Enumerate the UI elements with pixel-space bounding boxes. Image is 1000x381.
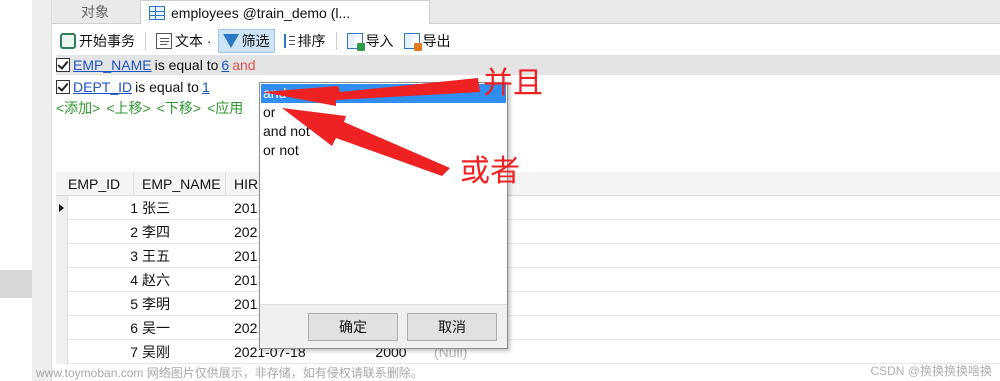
text-icon (156, 33, 172, 49)
sort-icon (280, 33, 295, 49)
begin-transaction-label: 开始事务 (79, 33, 135, 49)
cell-emp-name[interactable]: 李明 (142, 292, 226, 316)
condition-value-link[interactable]: 6 (221, 57, 229, 73)
apply-link[interactable]: <应用 (207, 98, 243, 118)
export-label: 导出 (422, 33, 451, 49)
row-gutter[interactable] (56, 316, 68, 340)
table-row[interactable]: 2 李四 202 (56, 220, 1000, 244)
tab-employees-label: employees @train_demo (l... (171, 4, 351, 21)
sort-label: 排序 (297, 33, 326, 49)
toolbar-separator (335, 32, 337, 50)
filter-actions: <添加> <上移> <下移> <应用 (56, 98, 243, 118)
filter-label: 筛选 (241, 33, 270, 49)
annotation-or-label: 或者 (460, 154, 520, 189)
condition-value-link[interactable]: 1 (202, 79, 210, 95)
panel-splitter[interactable] (32, 0, 52, 381)
import-button[interactable]: 导入 (343, 29, 398, 53)
dropdown-footer: 确定 取消 (260, 304, 507, 348)
text-button[interactable]: 文本 · (152, 29, 216, 53)
move-up-link[interactable]: <上移> (106, 98, 150, 118)
table-grid-icon (149, 5, 165, 20)
row-gutter[interactable] (56, 268, 68, 292)
cell-emp-name[interactable]: 李四 (142, 220, 226, 244)
cell-emp-id[interactable]: 3 (68, 244, 138, 268)
ok-button[interactable]: 确定 (308, 313, 398, 341)
toolbar: 开始事务 文本 · 筛选 排序 导入 导出 (52, 28, 1000, 54)
tab-employees[interactable]: employees @train_demo (l... (140, 0, 430, 24)
dropdown-option-or[interactable]: or (261, 103, 506, 122)
cell-emp-id[interactable]: 6 (68, 316, 138, 340)
tab-objects-label: 对象 (81, 4, 109, 20)
dropdown-option-and-not[interactable]: and not (261, 122, 506, 141)
column-header-emp-id[interactable]: EMP_ID (56, 172, 134, 196)
condition-operator[interactable]: is equal to (155, 57, 219, 73)
table-row[interactable]: 5 李明 201 (56, 292, 1000, 316)
import-icon (346, 33, 365, 51)
filter-button[interactable]: 筛选 (217, 29, 275, 53)
grid-header: EMP_ID EMP_NAME HIR (56, 172, 1000, 196)
row-gutter[interactable] (56, 244, 68, 268)
tab-bar: 对象 employees @train_demo (l... (52, 0, 1000, 24)
cell-emp-name[interactable]: 吴刚 (142, 340, 226, 364)
left-panel-strip (0, 0, 32, 381)
cell-emp-name[interactable]: 吴一 (142, 316, 226, 340)
column-header-emp-name[interactable]: EMP_NAME (134, 172, 226, 196)
table-row[interactable]: 4 赵六 201 (56, 268, 1000, 292)
move-down-link[interactable]: <下移> (157, 98, 201, 118)
transaction-icon (60, 33, 76, 49)
connector-dropdown: and or and not or not 确定 取消 (259, 82, 508, 349)
condition-checkbox[interactable] (56, 80, 70, 94)
text-label: 文本 · (175, 33, 212, 49)
cell-emp-id[interactable]: 2 (68, 220, 138, 244)
cancel-button[interactable]: 取消 (407, 313, 497, 341)
condition-connector[interactable]: and (232, 57, 255, 73)
row-gutter[interactable] (56, 292, 68, 316)
watermark-text: www.toymoban.com 网络图片仅供展示，非存储，如有侵权请联系删除。 (36, 366, 423, 380)
sort-button[interactable]: 排序 (277, 29, 330, 53)
table-row[interactable]: 1 张三 201 (56, 196, 1000, 220)
toolbar-separator (145, 32, 146, 50)
add-condition-link[interactable]: <添加> (56, 98, 100, 118)
table-row[interactable]: 6 吴一 202 (56, 316, 1000, 340)
credit-text: CSDN @换换换换啥换 (870, 364, 992, 378)
begin-transaction-button[interactable]: 开始事务 (56, 29, 139, 53)
filter-condition-row: DEPT_ID is equal to 1 (56, 77, 210, 97)
cell-emp-id[interactable]: 4 (68, 268, 138, 292)
cell-emp-name[interactable]: 王五 (142, 244, 226, 268)
import-label: 导入 (365, 33, 394, 49)
annotation-and-label: 并且 (483, 66, 543, 101)
table-row[interactable]: 3 王五 201 (56, 244, 1000, 268)
condition-operator[interactable]: is equal to (135, 79, 199, 95)
row-gutter[interactable] (56, 340, 68, 364)
condition-field-link[interactable]: DEPT_ID (73, 79, 132, 95)
dropdown-option-and[interactable]: and (261, 84, 506, 103)
current-row-arrow-icon (59, 204, 64, 212)
cell-emp-id[interactable]: 1 (68, 196, 138, 220)
condition-field-link[interactable]: EMP_NAME (73, 57, 152, 73)
cell-emp-id[interactable]: 7 (68, 340, 138, 364)
row-gutter[interactable] (56, 220, 68, 244)
table-row[interactable]: 7 吴刚 2021-07-18 2000 (Null) (56, 340, 1000, 364)
tab-objects[interactable]: 对象 (52, 0, 138, 24)
condition-checkbox[interactable] (56, 58, 70, 72)
cell-emp-id[interactable]: 5 (68, 292, 138, 316)
filter-icon (222, 34, 239, 48)
export-icon (403, 33, 422, 51)
row-gutter[interactable] (56, 196, 68, 220)
cell-emp-name[interactable]: 赵六 (142, 268, 226, 292)
export-button[interactable]: 导出 (400, 29, 455, 53)
cell-emp-name[interactable]: 张三 (142, 196, 226, 220)
left-panel-scroll-block[interactable] (0, 270, 32, 298)
